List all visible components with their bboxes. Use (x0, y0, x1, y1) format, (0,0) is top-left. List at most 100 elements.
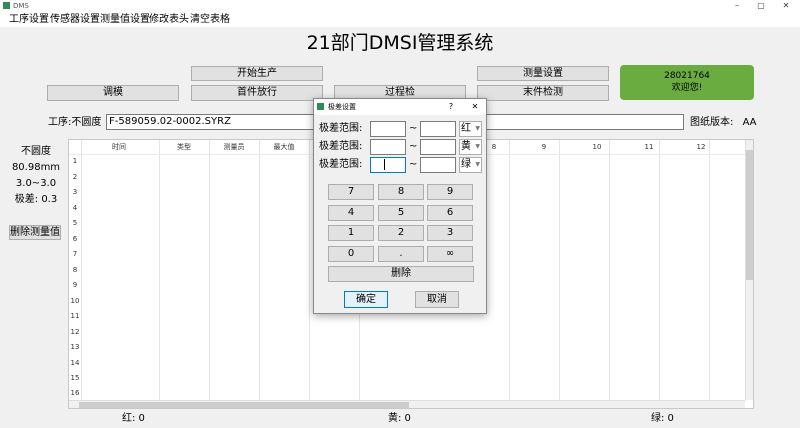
info-nominal: 80.98mm (11, 162, 61, 173)
range-min-input-red[interactable] (370, 121, 406, 137)
col-divider (609, 140, 610, 400)
menu-process-settings[interactable]: 工序设置 (9, 12, 49, 27)
row-number: 9 (72, 281, 78, 289)
key-infinity[interactable]: ∞ (427, 246, 473, 262)
user-status-box: 28021764 欢迎您! (620, 65, 754, 100)
dialog-close-button[interactable]: ✕ (468, 99, 482, 115)
range-label: 极差范围: (319, 123, 363, 134)
row-number: 16 (70, 389, 80, 397)
range-min-input-green[interactable] (370, 157, 406, 173)
row-number: 11 (70, 312, 80, 320)
col-divider (309, 140, 310, 400)
key-7[interactable]: 7 (328, 184, 374, 200)
range-label: 极差范围: (319, 141, 363, 152)
row-number: 3 (72, 188, 78, 196)
yellow-count: 黄: 0 (388, 413, 411, 424)
key-8[interactable]: 8 (378, 184, 424, 200)
range-label: 极差范围: (319, 159, 363, 170)
range-tilde: ~ (409, 141, 418, 152)
col-divider (659, 140, 660, 400)
ok-button[interactable]: 确定 (344, 291, 388, 308)
column-header-9: 9 (541, 143, 547, 151)
color-select-green[interactable]: 绿 ▼ (459, 157, 482, 173)
range-tilde: ~ (409, 123, 418, 134)
row-number: 1 (72, 157, 78, 165)
row-number: 8 (72, 266, 78, 274)
vertical-scroll-thumb[interactable] (746, 150, 753, 280)
dialog-titlebar: 极差设置 ? ✕ (314, 99, 486, 115)
key-dot[interactable]: . (378, 246, 424, 262)
user-id: 28021764 (664, 71, 710, 81)
row-number: 13 (70, 343, 80, 351)
dialog-app-icon (317, 103, 324, 110)
key-6[interactable]: 6 (427, 205, 473, 221)
delete-key-button[interactable]: 删除 (328, 266, 474, 282)
menu-measure-value-settings[interactable]: 测量值设置 (100, 12, 150, 27)
column-header-max: 最大值 (273, 143, 295, 151)
maximize-button[interactable]: ▢ (752, 0, 770, 12)
col-divider (159, 140, 160, 400)
red-count: 红: 0 (122, 413, 145, 424)
col-divider (259, 140, 260, 400)
row-number: 2 (72, 173, 78, 181)
row-number: 10 (70, 297, 80, 305)
row-number: 12 (70, 328, 80, 336)
row-number: 15 (70, 374, 80, 382)
key-4[interactable]: 4 (328, 205, 374, 221)
row-number: 14 (70, 359, 80, 367)
key-2[interactable]: 2 (378, 225, 424, 241)
column-header-12: 12 (696, 143, 706, 151)
info-characteristic: 不圆度 (21, 146, 51, 157)
key-1[interactable]: 1 (328, 225, 374, 241)
last-piece-check-button[interactable]: 末件检测 (477, 85, 609, 101)
range-min-input-yellow[interactable] (370, 139, 406, 155)
key-3[interactable]: 3 (427, 225, 473, 241)
row-number: 5 (72, 219, 78, 227)
column-header-type: 类型 (177, 143, 191, 151)
drawing-version-value: AA (742, 117, 757, 128)
key-5[interactable]: 5 (378, 205, 424, 221)
start-production-button[interactable]: 开始生产 (191, 66, 323, 81)
dialog-title: 极差设置 (328, 103, 356, 111)
process-label: 工序:不圆度 (48, 117, 102, 128)
menu-clear-table[interactable]: 清空表格 (190, 12, 230, 27)
col-divider (709, 140, 710, 400)
minimize-button[interactable]: – (728, 0, 746, 12)
range-max-input-yellow[interactable] (420, 139, 456, 155)
column-header-time: 时间 (112, 143, 126, 151)
close-window-button[interactable]: ✕ (777, 0, 795, 12)
first-piece-release-button[interactable]: 首件放行 (191, 85, 323, 101)
horizontal-scroll-thumb[interactable] (79, 402, 409, 408)
row-header-divider (81, 140, 82, 400)
key-9[interactable]: 9 (427, 184, 473, 200)
row-number: 6 (72, 235, 78, 243)
range-max-input-red[interactable] (420, 121, 456, 137)
menu-sensor-settings[interactable]: 传感器设置 (50, 12, 100, 27)
column-header-operator: 测量员 (223, 143, 245, 151)
text-caret (384, 159, 385, 170)
app-icon (3, 2, 10, 9)
menu-bar: 工序设置 传感器设置 测量值设置 修改表头 清空表格 (0, 12, 800, 27)
measure-settings-button[interactable]: 测量设置 (477, 66, 609, 81)
column-header-11: 11 (644, 143, 654, 151)
menu-edit-header[interactable]: 修改表头 (149, 12, 189, 27)
window-title: DMS (13, 2, 29, 10)
info-range: 极差: 0.3 (14, 194, 58, 205)
adjust-mold-button[interactable]: 调模 (47, 85, 179, 101)
help-button[interactable]: ? (444, 99, 458, 115)
range-max-input-green[interactable] (420, 157, 456, 173)
drawing-version: 图纸版本: AA (690, 116, 757, 130)
color-select-red[interactable]: 红 ▼ (459, 121, 482, 137)
delete-measure-value-button[interactable]: 删除测量值 (9, 225, 61, 240)
green-count: 绿: 0 (651, 413, 674, 424)
window-titlebar: DMS – ▢ ✕ (0, 0, 800, 12)
info-tolerance: 3.0~3.0 (15, 178, 57, 189)
range-settings-dialog: 极差设置 ? ✕ 极差范围: ~ 红 ▼ 极差范围: ~ 黄 ▼ 极差范围: ~ 绿… (313, 98, 487, 314)
user-greeting: 欢迎您! (671, 83, 703, 93)
col-divider (209, 140, 210, 400)
key-0[interactable]: 0 (328, 246, 374, 262)
color-select-yellow[interactable]: 黄 ▼ (459, 139, 482, 155)
app-heading: 21部门DMSI管理系统 (306, 32, 494, 54)
col-divider (559, 140, 560, 400)
cancel-button[interactable]: 取消 (415, 291, 459, 308)
